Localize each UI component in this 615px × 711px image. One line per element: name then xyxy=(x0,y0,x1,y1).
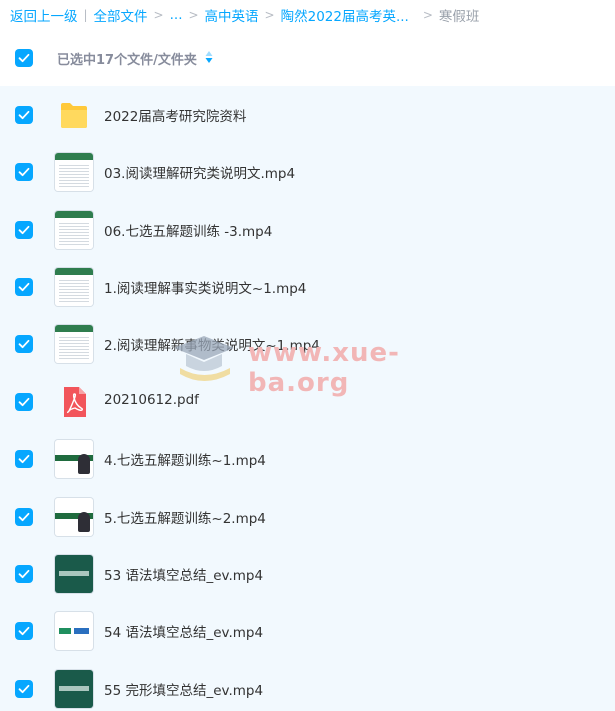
breadcrumb-level1-link[interactable]: 高中英语 xyxy=(205,5,259,25)
breadcrumb-current: 寒假班 xyxy=(438,9,480,25)
video-thumbnail xyxy=(55,268,93,306)
file-name[interactable]: 2022届高考研究院资料 xyxy=(104,105,246,125)
file-row[interactable]: 03.阅读理解研究类说明文.mp4 xyxy=(0,143,615,200)
video-thumbnail xyxy=(55,670,93,708)
selection-bar: 已选中17个文件/文件夹 xyxy=(0,30,615,86)
row-checkbox[interactable] xyxy=(15,450,33,468)
file-name[interactable]: 2.阅读理解新事物类说明文~1.mp4 xyxy=(104,334,320,354)
checkmark-icon xyxy=(18,397,30,407)
file-name[interactable]: 4.七选五解题训练~1.mp4 xyxy=(104,449,266,469)
breadcrumb-arrow: > xyxy=(264,8,275,22)
video-thumbnail xyxy=(55,211,93,249)
sort-icon[interactable] xyxy=(204,50,214,64)
video-thumbnail xyxy=(55,440,93,478)
breadcrumb-all-files-link[interactable]: 全部文件 xyxy=(94,5,148,25)
file-row[interactable]: 06.七选五解题训练 -3.mp4 xyxy=(0,201,615,258)
row-checkbox[interactable] xyxy=(15,221,33,239)
breadcrumb-arrow: > xyxy=(153,8,164,22)
file-name[interactable]: 1.阅读理解事实类说明文~1.mp4 xyxy=(104,277,306,297)
row-checkbox[interactable] xyxy=(15,622,33,640)
checkmark-icon xyxy=(18,110,30,120)
row-checkbox[interactable] xyxy=(15,335,33,353)
file-row[interactable]: 54 语法填空总结_ev.mp4 xyxy=(0,602,615,659)
file-name[interactable]: 5.七选五解题训练~2.mp4 xyxy=(104,507,266,527)
checkmark-icon xyxy=(18,626,30,636)
checkmark-icon xyxy=(18,569,30,579)
breadcrumb-separator: | xyxy=(83,8,88,22)
row-checkbox[interactable] xyxy=(15,163,33,181)
file-row[interactable]: 55 完形填空总结_ev.mp4 xyxy=(0,660,615,711)
checkmark-icon xyxy=(18,454,30,464)
folder-icon xyxy=(61,103,87,128)
row-checkbox[interactable] xyxy=(15,508,33,526)
row-checkbox[interactable] xyxy=(15,680,33,698)
video-thumbnail xyxy=(55,555,93,593)
checkmark-icon xyxy=(18,225,30,235)
file-row[interactable]: 20210612.pdf xyxy=(0,373,615,430)
checkmark-icon xyxy=(18,684,30,694)
file-name[interactable]: 06.七选五解题训练 -3.mp4 xyxy=(104,220,272,240)
breadcrumb-ellipsis-link[interactable]: ... xyxy=(170,7,183,23)
file-row[interactable]: 5.七选五解题训练~2.mp4 xyxy=(0,488,615,545)
file-name[interactable]: 03.阅读理解研究类说明文.mp4 xyxy=(104,162,295,182)
breadcrumb-level2-link[interactable]: 陶然2022届高考英... xyxy=(281,5,409,25)
checkmark-icon xyxy=(18,282,30,292)
file-row[interactable]: 1.阅读理解事实类说明文~1.mp4 xyxy=(0,258,615,315)
select-all-checkbox[interactable] xyxy=(15,49,33,67)
checkmark-icon xyxy=(18,53,30,63)
file-list: 2022届高考研究院资料 03.阅读理解研究类说明文.mp4 06.七选五解题训… xyxy=(0,86,615,711)
checkmark-icon xyxy=(18,512,30,522)
row-checkbox[interactable] xyxy=(15,278,33,296)
video-thumbnail xyxy=(55,153,93,191)
breadcrumb-arrow: > xyxy=(422,8,433,22)
file-name[interactable]: 54 语法填空总结_ev.mp4 xyxy=(104,621,263,641)
breadcrumb-arrow: > xyxy=(188,8,199,22)
breadcrumb: 返回上一级 | 全部文件 > ... > 高中英语 > 陶然2022届高考英..… xyxy=(0,0,615,30)
file-row[interactable]: 4.七选五解题训练~1.mp4 xyxy=(0,430,615,487)
checkmark-icon xyxy=(18,339,30,349)
file-row[interactable]: 2.阅读理解新事物类说明文~1.mp4 xyxy=(0,315,615,372)
row-checkbox[interactable] xyxy=(15,106,33,124)
pdf-icon xyxy=(64,387,86,417)
file-row[interactable]: 2022届高考研究院资料 xyxy=(0,86,615,143)
breadcrumb-back-link[interactable]: 返回上一级 xyxy=(10,5,78,25)
checkmark-icon xyxy=(18,167,30,177)
video-thumbnail xyxy=(55,612,93,650)
selection-summary: 已选中17个文件/文件夹 xyxy=(57,53,197,68)
file-row[interactable]: 53 语法填空总结_ev.mp4 xyxy=(0,545,615,602)
video-thumbnail xyxy=(55,325,93,363)
row-checkbox[interactable] xyxy=(15,393,33,411)
file-name[interactable]: 55 完形填空总结_ev.mp4 xyxy=(104,679,263,699)
file-name[interactable]: 53 语法填空总结_ev.mp4 xyxy=(104,564,263,584)
file-name[interactable]: 20210612.pdf xyxy=(104,392,199,408)
video-thumbnail xyxy=(55,498,93,536)
row-checkbox[interactable] xyxy=(15,565,33,583)
